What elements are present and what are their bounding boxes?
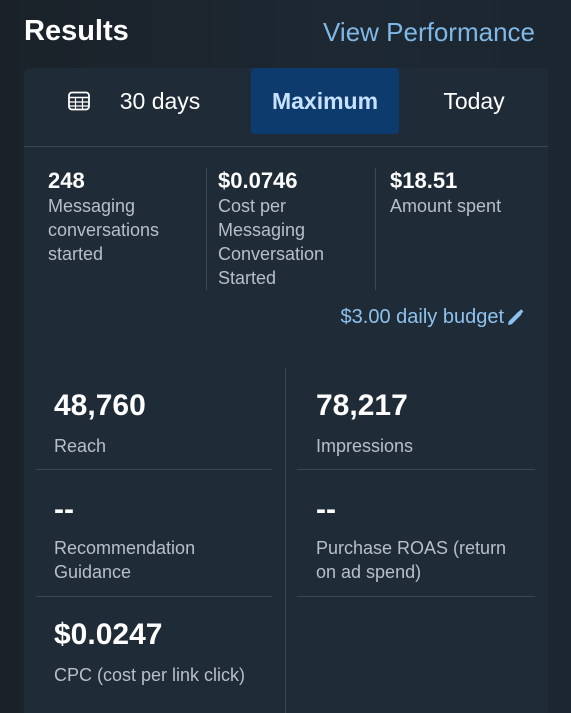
metric-divider bbox=[297, 469, 535, 470]
results-page: Results View Performance 30 days Maximum… bbox=[0, 0, 571, 713]
metric-label: Purchase ROAS (return on ad spend) bbox=[316, 538, 507, 582]
metric-label: CPC (cost per link click) bbox=[54, 665, 246, 685]
metric-divider bbox=[36, 469, 272, 470]
summary-value: $18.51 bbox=[390, 168, 458, 193]
metric-label: Recommendation Guidance bbox=[54, 538, 196, 582]
summary-conversations: 248 Messaging conversations started bbox=[48, 168, 198, 266]
metric-divider bbox=[297, 596, 535, 597]
tab-30-days[interactable]: 30 days bbox=[54, 68, 214, 134]
results-card: 30 days Maximum Today 248 Messaging conv… bbox=[24, 68, 548, 713]
daily-budget-label: $3.00 daily budget bbox=[340, 306, 504, 328]
tab-maximum[interactable]: Maximum bbox=[251, 68, 399, 134]
metric-purchase-roas: -- Purchase ROAS (return on ad spend) bbox=[316, 492, 552, 584]
summary-label: Cost per Messaging Conversation Started bbox=[218, 196, 325, 288]
summary-row: 248 Messaging conversations started $0.0… bbox=[48, 168, 528, 298]
metric-cpc: $0.0247 CPC (cost per link click) bbox=[54, 617, 290, 687]
tab-today[interactable]: Today bbox=[414, 68, 534, 134]
metric-divider bbox=[36, 596, 272, 597]
metric-value: -- bbox=[54, 493, 74, 526]
summary-label: Amount spent bbox=[390, 196, 502, 216]
summary-cost-per-conversation: $0.0746 Cost per Messaging Conversation … bbox=[218, 168, 368, 290]
date-range-tabs: 30 days Maximum Today bbox=[24, 68, 548, 147]
summary-label: Messaging conversations started bbox=[48, 196, 160, 264]
tab-maximum-label: Maximum bbox=[271, 87, 379, 114]
tab-today-label: Today bbox=[443, 87, 505, 114]
tab-30-days-label: 30 days bbox=[119, 87, 201, 114]
summary-divider bbox=[206, 168, 207, 290]
metric-value: -- bbox=[316, 493, 336, 526]
calendar-icon bbox=[67, 91, 90, 111]
view-performance-link[interactable]: View Performance bbox=[323, 17, 535, 48]
results-header: Results View Performance bbox=[0, 0, 571, 64]
metric-reach: 48,760 Reach bbox=[54, 388, 290, 458]
metric-recommendation-guidance: -- Recommendation Guidance bbox=[54, 492, 290, 584]
metric-value: 48,760 bbox=[54, 389, 146, 422]
metric-value: 78,217 bbox=[316, 389, 408, 422]
summary-value: $0.0746 bbox=[218, 168, 298, 193]
summary-divider bbox=[375, 168, 376, 290]
pencil-icon bbox=[506, 308, 524, 327]
metric-impressions: 78,217 Impressions bbox=[316, 388, 552, 458]
daily-budget-link[interactable]: $3.00 daily budget bbox=[341, 306, 524, 329]
metric-value: $0.0247 bbox=[54, 618, 163, 651]
page-title: Results bbox=[24, 15, 129, 47]
metric-label: Impressions bbox=[316, 436, 414, 456]
metric-label: Reach bbox=[54, 436, 107, 456]
summary-amount-spent: $18.51 Amount spent bbox=[390, 168, 530, 218]
summary-value: 248 bbox=[48, 168, 85, 193]
